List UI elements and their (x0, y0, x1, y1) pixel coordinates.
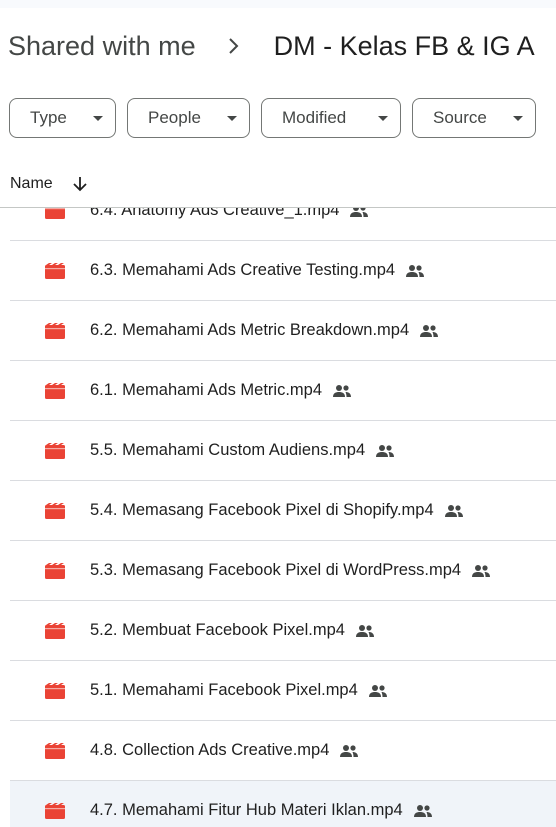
video-file-icon (45, 742, 65, 759)
file-row[interactable]: 6.3. Memahami Ads Creative Testing.mp4 (10, 241, 556, 301)
filter-chips: Type People Modified Source (9, 98, 547, 138)
arrow-down-icon[interactable] (71, 175, 89, 193)
drive-page: Shared with me DM - Kelas FB & IG A Type… (0, 0, 556, 827)
video-file-icon (45, 262, 65, 279)
dropdown-caret-icon (93, 115, 103, 121)
shared-people-icon (368, 684, 388, 698)
people-filter-chip[interactable]: People (127, 98, 250, 138)
shared-people-icon (349, 208, 369, 218)
video-file-icon (45, 562, 65, 579)
dropdown-caret-icon (227, 115, 237, 121)
file-list-inner: 6.4. Anatomy Ads Creative_1.mp4 6.3. Mema… (0, 208, 556, 827)
shared-people-icon (355, 624, 375, 638)
chevron-right-icon (210, 30, 258, 62)
file-row[interactable]: 5.5. Memahami Custom Audiens.mp4 (10, 421, 556, 481)
file-name: 4.7. Memahami Fitur Hub Materi Iklan.mp4 (90, 801, 403, 819)
file-row[interactable]: 6.1. Memahami Ads Metric.mp4 (10, 361, 556, 421)
top-strip (0, 0, 556, 8)
file-row[interactable]: 5.4. Memasang Facebook Pixel di Shopify.… (10, 481, 556, 541)
file-name: 5.5. Memahami Custom Audiens.mp4 (90, 441, 366, 459)
file-row[interactable]: 6.2. Memahami Ads Metric Breakdown.mp4 (10, 301, 556, 361)
breadcrumb-shared-with-me[interactable]: Shared with me (8, 31, 196, 62)
list-header: Name (0, 160, 556, 208)
name-column-header[interactable]: Name (10, 175, 53, 193)
type-filter-label: Type (30, 108, 67, 127)
file-name: 6.2. Memahami Ads Metric Breakdown.mp4 (90, 321, 410, 339)
file-row[interactable]: 5.3. Memasang Facebook Pixel di WordPres… (10, 541, 556, 601)
shared-people-icon (339, 744, 359, 758)
video-file-icon (45, 622, 65, 639)
file-name: 6.4. Anatomy Ads Creative_1.mp4 (90, 208, 340, 219)
shared-people-icon (375, 444, 395, 458)
file-row[interactable]: 4.8. Collection Ads Creative.mp4 (10, 721, 556, 781)
shared-people-icon (332, 384, 352, 398)
breadcrumb: Shared with me DM - Kelas FB & IG A (8, 30, 535, 62)
file-name: 5.2. Membuat Facebook Pixel.mp4 (90, 621, 345, 639)
video-file-icon (45, 322, 65, 339)
video-file-icon (45, 802, 65, 819)
source-filter-label: Source (433, 108, 487, 127)
shared-people-icon (419, 324, 439, 338)
shared-people-icon (405, 264, 425, 278)
shared-people-icon (471, 564, 491, 578)
file-name: 5.1. Memahami Facebook Pixel.mp4 (90, 681, 358, 699)
breadcrumb-current-folder[interactable]: DM - Kelas FB & IG A (274, 31, 535, 62)
dropdown-caret-icon (513, 115, 523, 121)
file-row[interactable]: 5.1. Memahami Facebook Pixel.mp4 (10, 661, 556, 721)
file-row[interactable]: 5.2. Membuat Facebook Pixel.mp4 (10, 601, 556, 661)
video-file-icon (45, 208, 65, 219)
video-file-icon (45, 442, 65, 459)
file-name: 4.8. Collection Ads Creative.mp4 (90, 741, 330, 759)
source-filter-chip[interactable]: Source (412, 98, 536, 138)
type-filter-chip[interactable]: Type (9, 98, 116, 138)
file-row[interactable]: 6.4. Anatomy Ads Creative_1.mp4 (10, 208, 556, 241)
video-file-icon (45, 502, 65, 519)
file-name: 5.4. Memasang Facebook Pixel di Shopify.… (90, 501, 434, 519)
video-file-icon (45, 382, 65, 399)
file-name: 5.3. Memasang Facebook Pixel di WordPres… (90, 561, 462, 579)
dropdown-caret-icon (378, 115, 388, 121)
modified-filter-label: Modified (282, 108, 347, 127)
file-name: 6.1. Memahami Ads Metric.mp4 (90, 381, 322, 399)
modified-filter-chip[interactable]: Modified (261, 98, 401, 138)
shared-people-icon (413, 804, 433, 818)
shared-people-icon (444, 504, 464, 518)
people-filter-label: People (148, 108, 201, 127)
file-name: 6.3. Memahami Ads Creative Testing.mp4 (90, 261, 396, 279)
video-file-icon (45, 682, 65, 699)
file-list: 6.4. Anatomy Ads Creative_1.mp4 6.3. Mema… (0, 208, 556, 827)
file-row[interactable]: 4.7. Memahami Fitur Hub Materi Iklan.mp4 (10, 781, 556, 827)
